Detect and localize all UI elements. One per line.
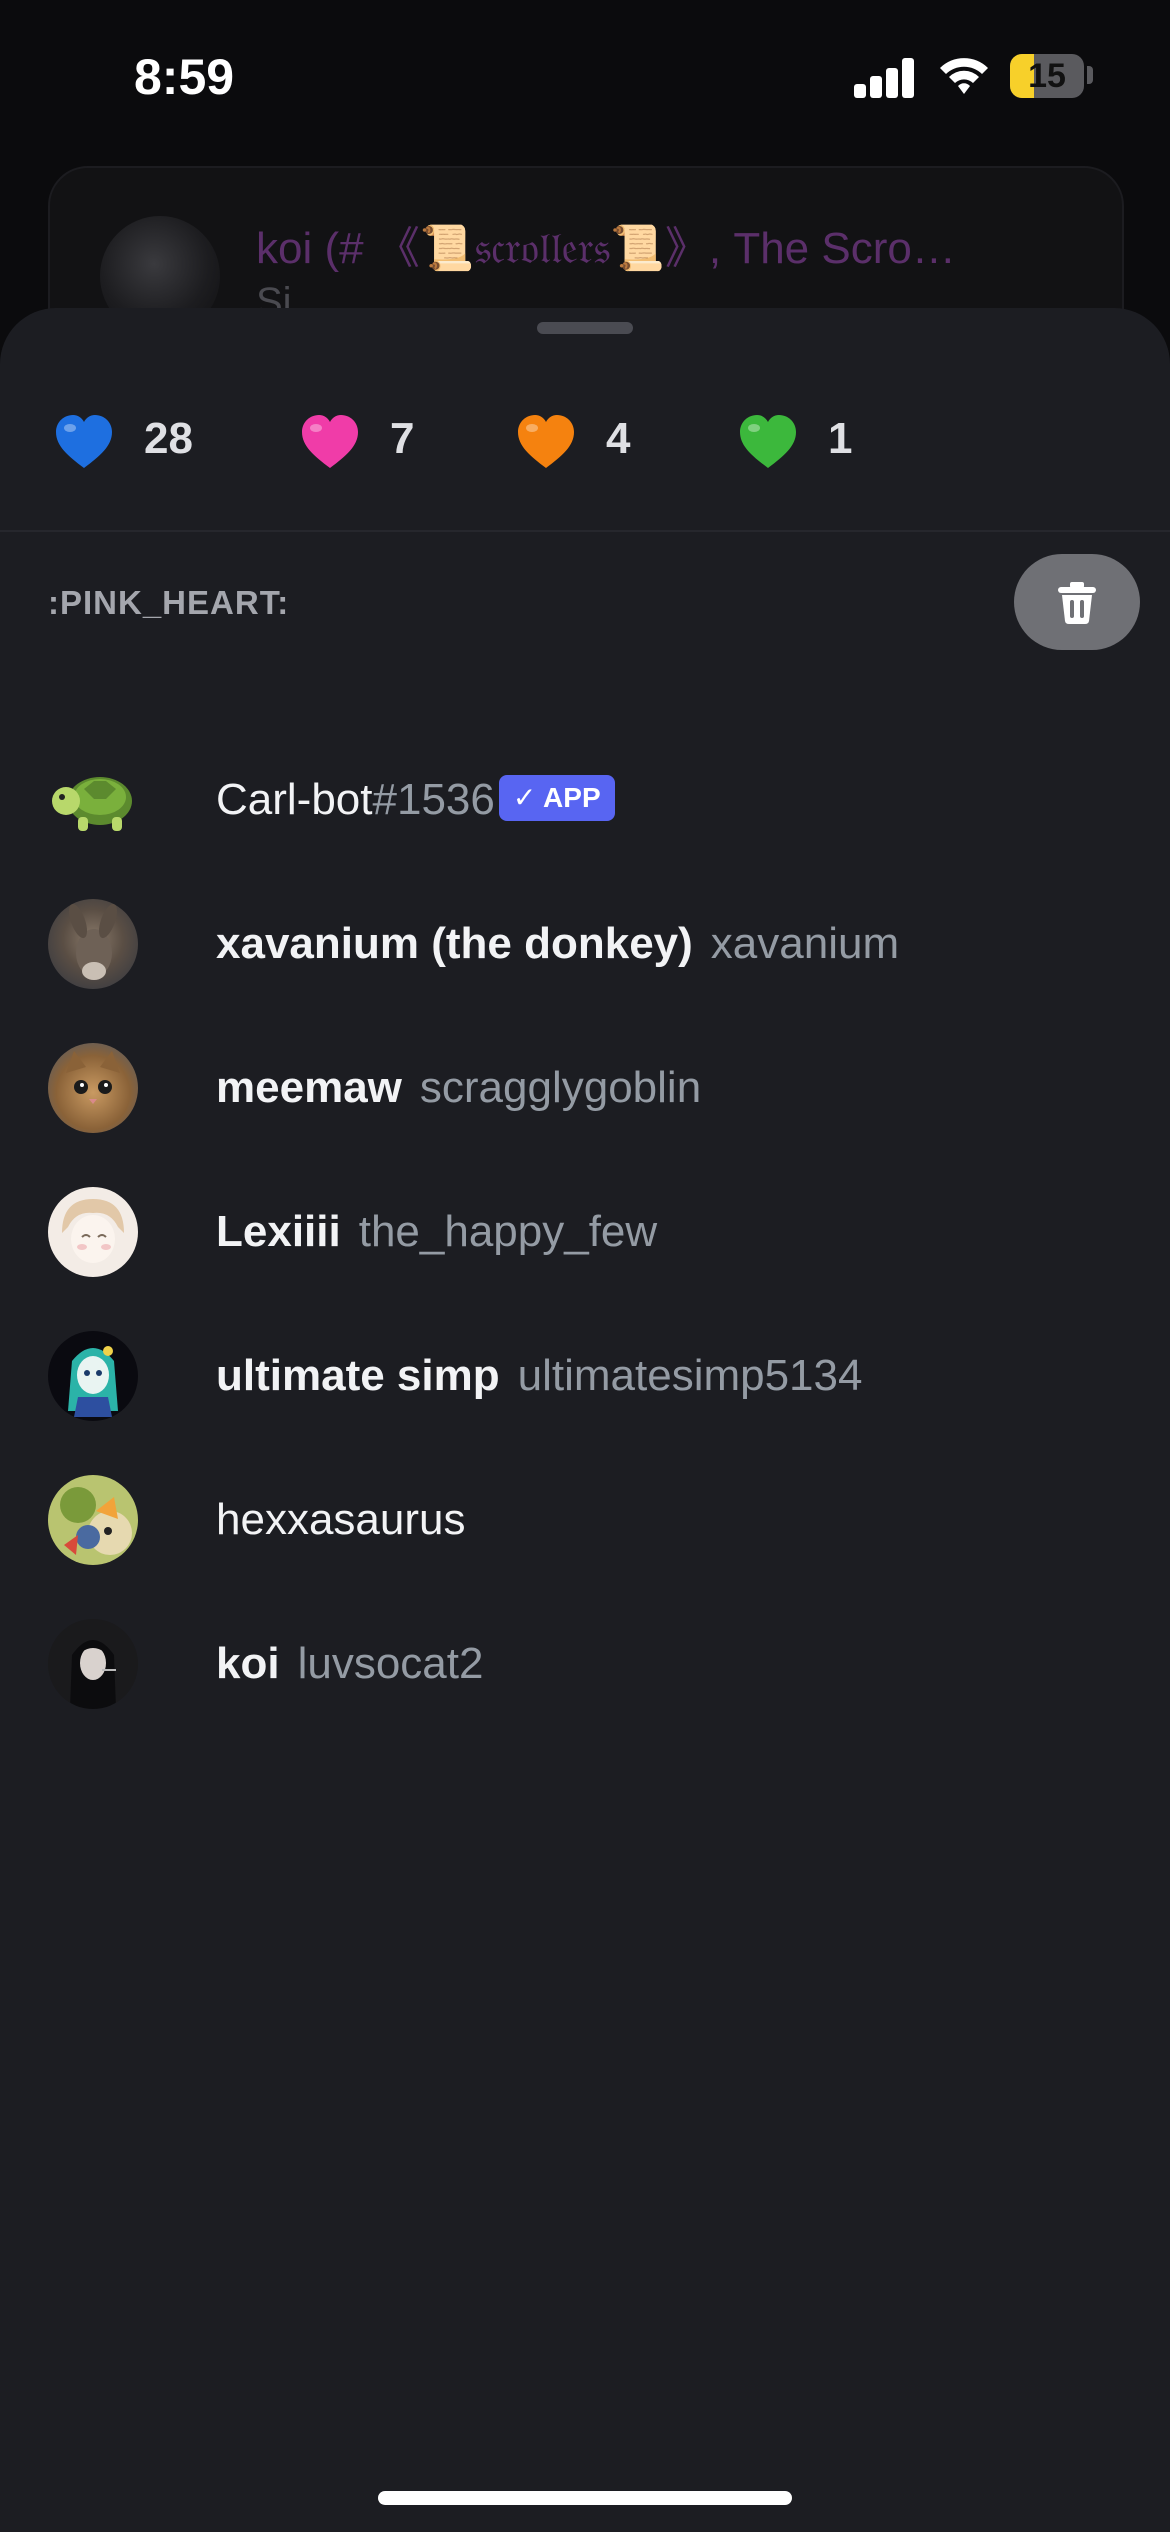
cat-avatar <box>48 1043 138 1133</box>
user-row-carl-bot[interactable]: Carl-bot#1536 ✓ APP <box>0 728 1170 872</box>
user-row-hexxasaurus[interactable]: hexxasaurus <box>0 1448 1170 1592</box>
user-discriminator: #1536 <box>372 775 495 824</box>
user-username: scragglygoblin <box>419 1063 702 1112</box>
blue-heart-icon <box>56 415 112 468</box>
user-row-ultimate-simp[interactable]: ultimate simp ultimatesimp5134 <box>0 1304 1170 1448</box>
user-username: the_happy_few <box>358 1207 658 1256</box>
green-heart-highlight <box>748 424 760 432</box>
home-indicator[interactable] <box>378 2491 792 2505</box>
reactions-sheet: 28 7 4 1 :PINK_HEART: Carl-bot#1536 ✓ AP… <box>0 308 1170 2532</box>
remove-reaction-button[interactable] <box>1014 554 1140 650</box>
orange-heart-icon <box>518 415 574 468</box>
user-row-lexiiii[interactable]: Lexiiii the_happy_few <box>0 1160 1170 1304</box>
reaction-tab-green-heart[interactable]: 1 <box>712 380 882 500</box>
battery-level: 15 <box>1028 57 1066 95</box>
orange-heart-highlight <box>526 424 538 432</box>
reaction-count: 28 <box>144 414 193 463</box>
art-avatar <box>48 1475 138 1565</box>
user-row-xavanium[interactable]: xavanium (the donkey) xavanium <box>0 872 1170 1016</box>
orange-heart-shape <box>518 415 574 468</box>
user-display-name: meemaw <box>216 1063 402 1112</box>
reaction-tabs: 28 7 4 1 <box>0 308 1170 532</box>
blue-heart-highlight <box>64 424 76 432</box>
user-display-name: ultimate simp <box>216 1351 500 1400</box>
user-display-name: hexxasaurus <box>216 1495 466 1544</box>
blue-heart-shape <box>56 415 112 468</box>
pink-heart-shape <box>302 415 358 468</box>
anime-avatar <box>48 1187 138 1277</box>
trash-icon <box>1058 582 1096 624</box>
user-display-name: Lexiiii <box>216 1207 341 1256</box>
user-display-name: xavanium (the donkey) <box>216 919 693 968</box>
reaction-count: 1 <box>828 414 853 463</box>
reaction-tab-orange-heart[interactable]: 4 <box>490 380 660 500</box>
battery-icon: 15 <box>1010 54 1084 98</box>
app-badge: ✓ APP <box>498 775 615 822</box>
selected-reaction-name: :PINK_HEART: <box>48 584 290 621</box>
green-heart-icon <box>740 415 796 468</box>
green-heart-shape <box>740 415 796 468</box>
user-username: xavanium <box>710 919 900 968</box>
donkey-avatar <box>48 899 138 989</box>
background-message-title: koi (# 《📜𝔰𝔠𝔯𝔬𝔩𝔩𝔢𝔯𝔰📜》, The Scro… <box>256 224 956 273</box>
pink-heart-icon <box>302 415 358 468</box>
dark-portrait-avatar <box>48 1619 138 1709</box>
status-bar: 8:59 15 <box>0 0 1170 150</box>
turtle-avatar <box>48 755 138 845</box>
reaction-count: 7 <box>390 414 415 463</box>
user-display-name: koi <box>216 1639 280 1688</box>
status-time: 8:59 <box>134 49 235 105</box>
user-row-koi[interactable]: koi luvsocat2 <box>0 1592 1170 1736</box>
pink-heart-highlight <box>310 424 322 432</box>
user-username: ultimatesimp5134 <box>517 1351 863 1400</box>
user-display-name: Carl-bot <box>216 775 373 824</box>
reaction-tab-blue-heart[interactable]: 28 <box>30 380 210 500</box>
reaction-count: 4 <box>606 414 631 463</box>
wifi-icon <box>938 54 990 98</box>
user-row-meemaw[interactable]: meemaw scragglygoblin <box>0 1016 1170 1160</box>
cellular-signal-icon <box>854 58 916 98</box>
reaction-tab-pink-heart[interactable]: 7 <box>270 380 440 500</box>
battery-cap <box>1087 66 1093 84</box>
user-username: luvsocat2 <box>297 1639 484 1688</box>
anime-teal-avatar <box>48 1331 138 1421</box>
